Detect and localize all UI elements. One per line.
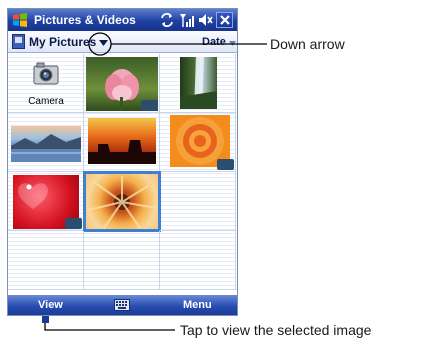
video-badge-icon xyxy=(217,159,234,170)
mesa-silhouette-icon xyxy=(88,140,156,164)
sunflower-petals-icon xyxy=(87,176,157,229)
thumbnail-sunflower[interactable] xyxy=(83,171,161,232)
mountain-lake-image xyxy=(11,126,81,162)
view-callout-line xyxy=(44,323,175,331)
sort-chevron-down-icon[interactable] xyxy=(229,41,236,46)
speaker-icon[interactable] xyxy=(197,12,213,28)
thumbnail-waterfall[interactable] xyxy=(160,54,236,113)
thumbnail-empty xyxy=(160,172,236,231)
waterfall-icon xyxy=(180,57,217,109)
thumbnail-mountain-lake[interactable] xyxy=(8,113,84,172)
windows-start-icon[interactable] xyxy=(12,12,28,28)
mountains-icon xyxy=(11,134,81,162)
view-softkey[interactable]: View xyxy=(38,299,63,311)
empty-cell xyxy=(160,231,236,290)
chevron-down-icon[interactable] xyxy=(99,40,108,46)
camera-icon xyxy=(33,62,59,85)
close-button[interactable] xyxy=(216,12,233,28)
folder-dropdown[interactable]: My Pictures xyxy=(29,35,96,49)
thumbnail-lotus[interactable] xyxy=(84,54,160,113)
video-badge-icon xyxy=(65,218,82,229)
sync-icon[interactable] xyxy=(159,12,175,28)
thumbnail-grid: Camera xyxy=(8,54,237,292)
desert-sunset-image xyxy=(88,118,156,164)
menu-softkey[interactable]: Menu xyxy=(183,299,212,311)
view-callout-label: Tap to view the selected image xyxy=(180,322,372,338)
view-key-marker xyxy=(42,316,49,323)
empty-cell xyxy=(8,231,84,290)
device-screen: Pictures & Videos My Pictures Date Camer… xyxy=(7,8,238,316)
title-bar: Pictures & Videos xyxy=(8,9,237,31)
softkey-bar: View Menu xyxy=(8,295,237,315)
sort-dropdown[interactable]: Date xyxy=(202,36,226,48)
thumbnail-desert-sunset[interactable] xyxy=(84,113,160,172)
waterfall-image xyxy=(180,57,217,109)
down-arrow-callout-label: Down arrow xyxy=(270,36,345,52)
folder-bar: My Pictures Date xyxy=(8,31,237,53)
close-icon xyxy=(219,15,230,25)
thumbnail-red-hearts[interactable] xyxy=(8,172,84,231)
sunflower-image xyxy=(83,171,161,232)
system-tray xyxy=(159,12,233,28)
thumbnail-camera[interactable]: Camera xyxy=(8,54,84,113)
signal-icon[interactable] xyxy=(178,12,194,28)
thumbnail-orange-rings[interactable] xyxy=(160,113,236,172)
keyboard-icon[interactable] xyxy=(114,299,130,311)
empty-cell xyxy=(84,231,160,290)
folder-icon xyxy=(12,34,25,49)
app-title: Pictures & Videos xyxy=(34,13,136,27)
video-badge-icon xyxy=(141,100,158,111)
camera-label: Camera xyxy=(28,96,64,107)
